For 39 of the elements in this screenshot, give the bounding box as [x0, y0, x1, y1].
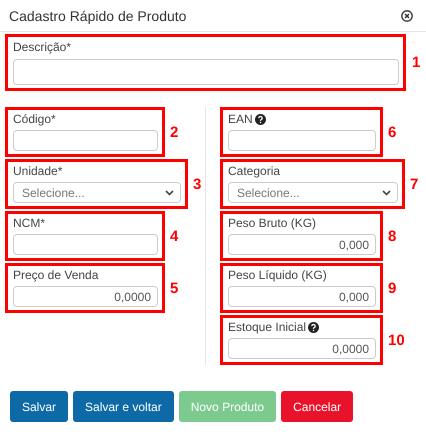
field-label: EAN: [228, 112, 253, 126]
input-field[interactable]: 0,000: [228, 286, 376, 307]
annotation-number: 1: [412, 54, 420, 71]
window-title: Cadastro Rápido de Produto: [9, 8, 186, 24]
input-field[interactable]: 0,000: [228, 234, 376, 255]
chevron-icon: [165, 190, 174, 196]
field-label: NCM*: [13, 216, 45, 230]
select-field[interactable]: Selecione...: [13, 182, 181, 203]
annotation-number: 8: [388, 228, 396, 244]
field-label: Estoque Inicial: [228, 320, 306, 334]
annotation-number: 6: [388, 124, 396, 140]
input-field[interactable]: [13, 59, 399, 85]
field-label: Preço de Venda: [13, 268, 98, 282]
field-label: Descrição*: [13, 40, 72, 54]
input-field[interactable]: [13, 130, 158, 151]
field-label: Código*: [13, 112, 56, 126]
field-label: Unidade*: [13, 164, 62, 178]
annotation-number: 4: [170, 228, 178, 244]
input-field[interactable]: 0,0000: [13, 286, 158, 307]
help-icon[interactable]: [254, 114, 266, 124]
action-button[interactable]: Salvar: [10, 391, 68, 422]
annotation-number: 3: [193, 176, 202, 192]
field-label: Peso Líquido (KG): [228, 268, 327, 282]
help-icon[interactable]: [308, 322, 320, 332]
action-button[interactable]: Cancelar: [281, 391, 354, 422]
field-label: Categoria: [228, 164, 280, 178]
action-button[interactable]: Salvar e voltar: [73, 391, 174, 422]
field-label: Peso Bruto (KG): [228, 216, 316, 230]
input-field[interactable]: [228, 130, 376, 151]
input-field[interactable]: 0,0000: [228, 338, 376, 359]
annotation-number: 7: [410, 176, 418, 192]
annotation-number: 10: [388, 332, 405, 348]
annotation-number: 9: [388, 280, 396, 296]
close-icon[interactable]: [401, 10, 413, 22]
input-field[interactable]: [13, 234, 158, 255]
annotation-number: 5: [170, 280, 178, 296]
chevron-icon: [382, 190, 391, 196]
annotation-number: 2: [170, 124, 178, 140]
select-field[interactable]: Selecione...: [228, 182, 398, 203]
